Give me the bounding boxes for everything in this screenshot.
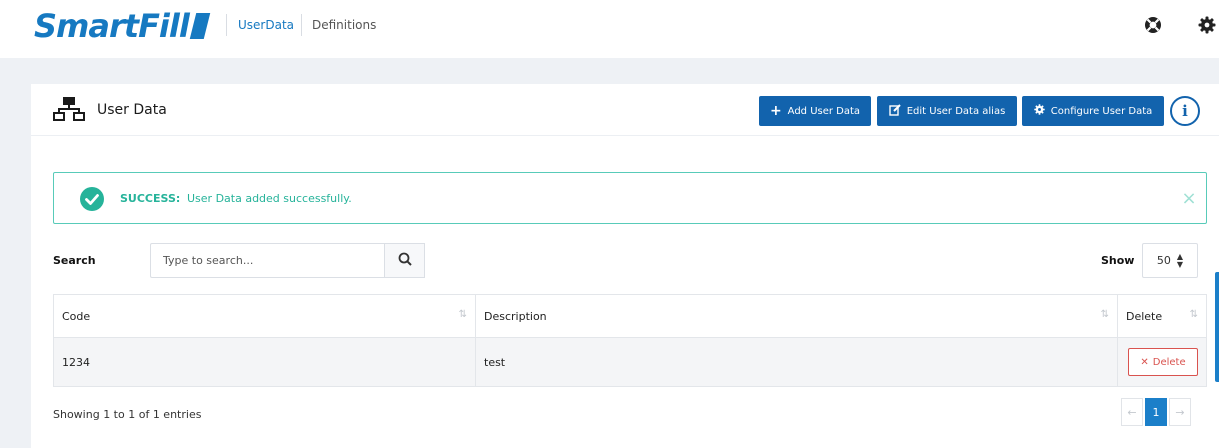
nav-divider — [301, 14, 302, 36]
x-icon: ✕ — [1140, 356, 1149, 368]
page-1-button[interactable]: 1 — [1145, 398, 1167, 426]
sort-icon[interactable]: ⇅ — [1101, 309, 1109, 320]
success-alert: SUCCESS: User Data added successfully. × — [53, 172, 1207, 224]
cell-description: test — [476, 338, 1118, 386]
search-icon — [398, 252, 412, 269]
nav-definitions-link[interactable]: Definitions — [312, 18, 376, 32]
search-button[interactable] — [384, 243, 425, 278]
check-circle-icon — [80, 187, 104, 214]
side-panel-tab[interactable] — [1215, 272, 1219, 382]
search-label: Search — [53, 254, 96, 267]
info-button[interactable]: i — [1170, 96, 1200, 126]
top-nav-bar: SmartFill UserData Definitions — [0, 0, 1219, 58]
column-header-label: Code — [62, 309, 91, 323]
table-header-row: Code ⇅ Description ⇅ Delete ⇅ — [54, 295, 1206, 338]
info-icon: i — [1182, 102, 1188, 120]
add-user-data-button[interactable]: + Add User Data — [759, 96, 871, 126]
alert-message: User Data added successfully. — [187, 192, 352, 205]
edit-icon — [889, 103, 901, 119]
gear-icon — [1034, 104, 1045, 118]
user-data-card: User Data + Add User Data Edit User Data… — [31, 84, 1219, 448]
table-info: Showing 1 to 1 of 1 entries — [53, 408, 202, 421]
search-input[interactable] — [150, 243, 384, 278]
nav-divider — [226, 14, 227, 36]
logo-text: SmartFill — [34, 7, 190, 45]
prev-page-button[interactable]: ← — [1121, 398, 1143, 426]
cell-code: 1234 — [54, 338, 476, 386]
configure-user-data-button[interactable]: Configure User Data — [1022, 96, 1164, 126]
column-header-code[interactable]: Code ⇅ — [54, 295, 476, 337]
gear-icon[interactable] — [1196, 14, 1218, 36]
card-header: User Data + Add User Data Edit User Data… — [31, 84, 1219, 136]
show-label: Show — [1101, 254, 1135, 267]
table-row: 1234 test ✕ Delete — [54, 338, 1206, 386]
cell-delete: ✕ Delete — [1118, 338, 1206, 386]
delete-button[interactable]: ✕ Delete — [1128, 348, 1198, 376]
delete-label: Delete — [1152, 356, 1186, 368]
column-header-delete[interactable]: Delete ⇅ — [1118, 295, 1206, 337]
alert-status: SUCCESS: — [120, 192, 181, 205]
page-size-value: 50 — [1156, 254, 1171, 267]
next-page-button[interactable]: → — [1169, 398, 1191, 426]
help-icon[interactable] — [1142, 14, 1164, 36]
sitemap-icon — [53, 96, 85, 125]
close-icon[interactable]: × — [1178, 187, 1200, 209]
edit-user-data-alias-button[interactable]: Edit User Data alias — [877, 96, 1017, 126]
plus-icon: + — [769, 103, 782, 119]
edit-user-data-alias-label: Edit User Data alias — [906, 105, 1006, 117]
sort-icon[interactable]: ⇅ — [459, 309, 467, 320]
page-size-select[interactable]: 50 ▲ ▼ — [1142, 243, 1198, 278]
pagination: ← 1 → — [1121, 398, 1191, 426]
smartfill-logo[interactable]: SmartFill — [34, 7, 211, 45]
configure-user-data-label: Configure User Data — [1050, 105, 1153, 117]
sort-caret-icon: ▲ ▼ — [1176, 251, 1184, 269]
sort-icon[interactable]: ⇅ — [1190, 309, 1198, 320]
column-header-label: Description — [484, 309, 547, 323]
column-header-description[interactable]: Description ⇅ — [476, 295, 1118, 337]
page-title: User Data — [97, 102, 167, 118]
logo-mark — [189, 13, 211, 39]
add-user-data-label: Add User Data — [787, 105, 861, 117]
user-data-table: Code ⇅ Description ⇅ Delete ⇅ 1234 test … — [53, 294, 1207, 387]
nav-userdata-link[interactable]: UserData — [238, 18, 294, 32]
column-header-label: Delete — [1126, 309, 1163, 323]
